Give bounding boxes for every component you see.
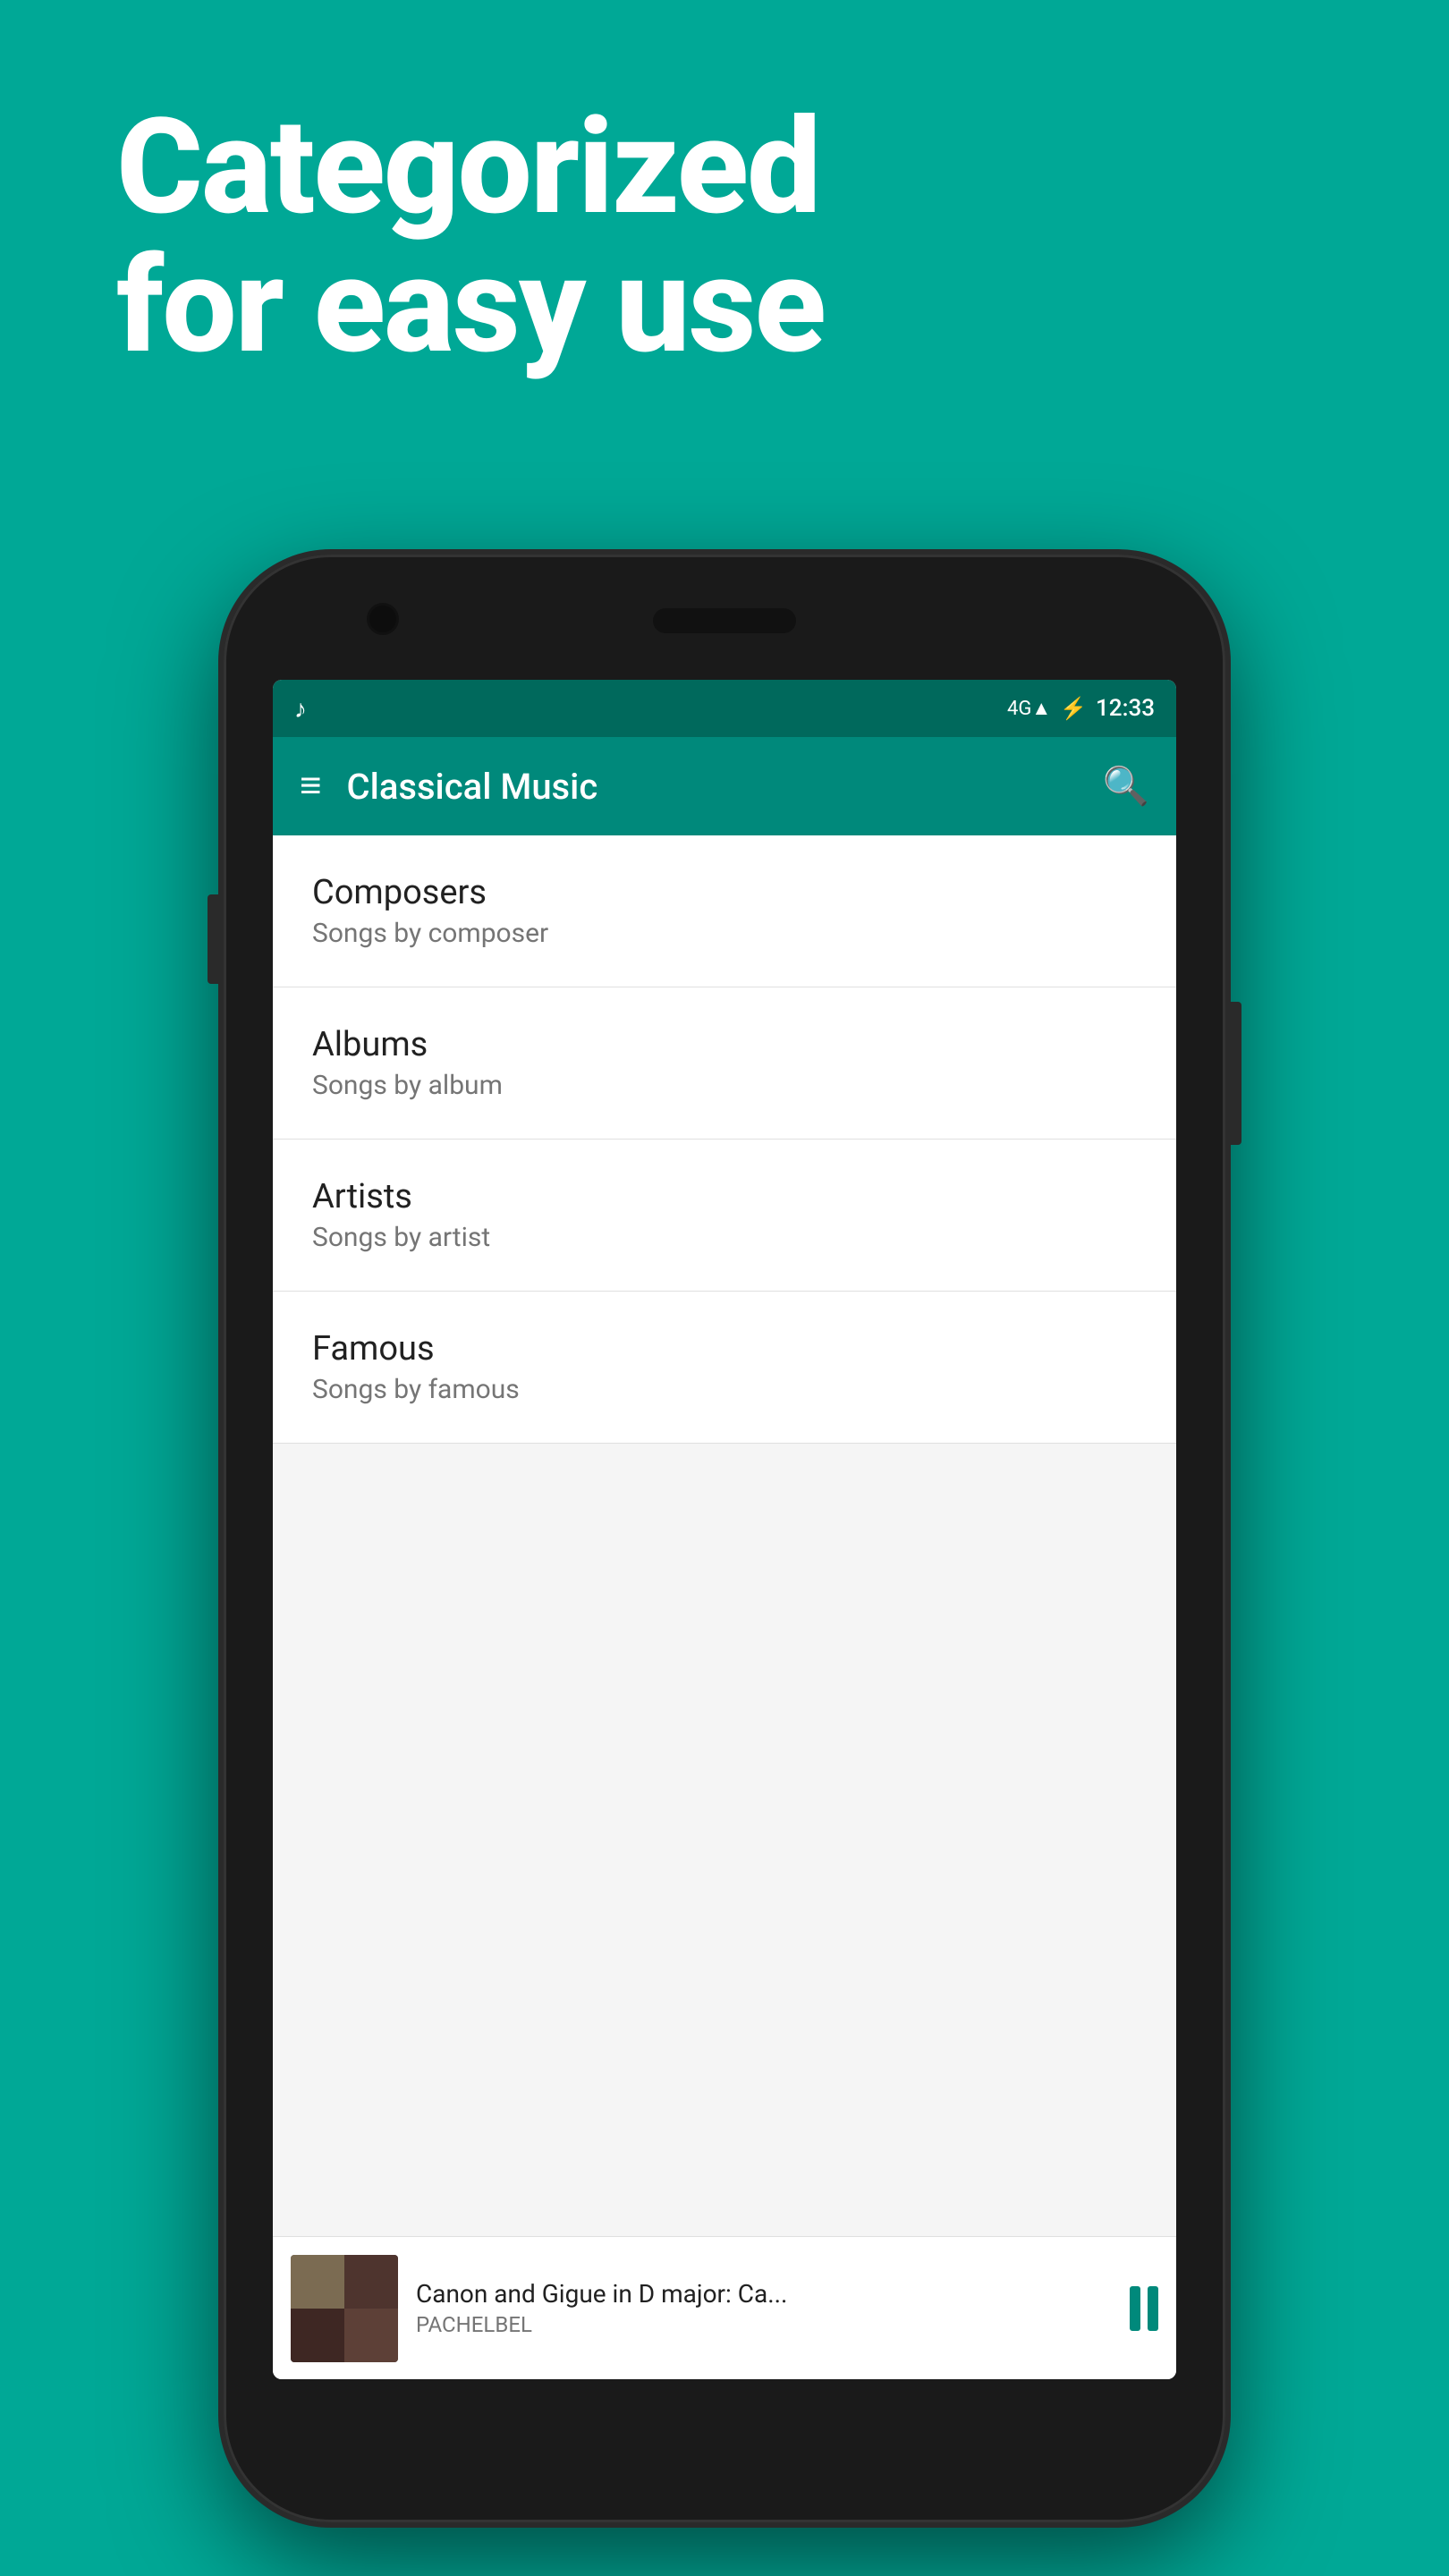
hero-line1: Categorized — [116, 90, 819, 245]
volume-button — [208, 894, 222, 984]
now-playing-bar[interactable]: Canon and Gigue in D major: Ca... PACHEL… — [273, 2236, 1176, 2379]
artists-subtitle: Songs by artist — [312, 1222, 1137, 1253]
status-right-group: 4G▲ ⚡ 12:33 — [1007, 695, 1155, 722]
famous-title: Famous — [312, 1329, 1137, 1368]
list-item-composers[interactable]: Composers Songs by composer — [273, 835, 1176, 987]
phone-screen: ♪ 4G▲ ⚡ 12:33 ≡ Classical Music 🔍 Compos… — [273, 680, 1176, 2379]
thumb-cell-1 — [291, 2255, 344, 2309]
album-thumbnail — [291, 2255, 398, 2362]
hero-line2: for easy use — [116, 229, 825, 384]
thumb-cell-4 — [344, 2309, 398, 2362]
now-playing-info: Canon and Gigue in D major: Ca... PACHEL… — [416, 2279, 1112, 2337]
now-playing-title: Canon and Gigue in D major: Ca... — [416, 2279, 1112, 2309]
app-bar: ≡ Classical Music 🔍 — [273, 737, 1176, 835]
status-bar: ♪ 4G▲ ⚡ 12:33 — [273, 680, 1176, 737]
music-status-icon: ♪ — [294, 694, 307, 724]
composers-title: Composers — [312, 873, 1137, 912]
hamburger-icon[interactable]: ≡ — [300, 767, 322, 805]
list-item-artists[interactable]: Artists Songs by artist — [273, 1140, 1176, 1292]
now-playing-artist: PACHELBEL — [416, 2312, 1112, 2337]
albums-title: Albums — [312, 1025, 1137, 1064]
thumb-cell-2 — [344, 2255, 398, 2309]
front-camera — [367, 603, 399, 635]
thumb-cell-3 — [291, 2309, 344, 2362]
list-item-albums[interactable]: Albums Songs by album — [273, 987, 1176, 1140]
search-icon[interactable]: 🔍 — [1103, 765, 1149, 809]
artists-title: Artists — [312, 1177, 1137, 1216]
list-item-famous[interactable]: Famous Songs by famous — [273, 1292, 1176, 1444]
speaker-grille — [653, 608, 796, 633]
power-button — [1227, 1002, 1241, 1145]
composers-subtitle: Songs by composer — [312, 918, 1137, 949]
famous-subtitle: Songs by famous — [312, 1374, 1137, 1405]
albums-subtitle: Songs by album — [312, 1070, 1137, 1101]
app-bar-title: Classical Music — [347, 766, 1103, 808]
empty-space — [273, 1444, 1176, 2236]
hero-text: Categorized for easy use — [116, 98, 1333, 377]
network-indicator: 4G▲ — [1007, 697, 1051, 720]
pause-bar-left — [1130, 2286, 1140, 2331]
category-list: Composers Songs by composer Albums Songs… — [273, 835, 1176, 2379]
pause-bar-right — [1148, 2286, 1158, 2331]
status-time: 12:33 — [1096, 695, 1155, 722]
battery-icon: ⚡ — [1060, 696, 1087, 721]
phone-mockup: ♪ 4G▲ ⚡ 12:33 ≡ Classical Music 🔍 Compos… — [224, 555, 1225, 2522]
pause-button[interactable] — [1130, 2286, 1158, 2331]
